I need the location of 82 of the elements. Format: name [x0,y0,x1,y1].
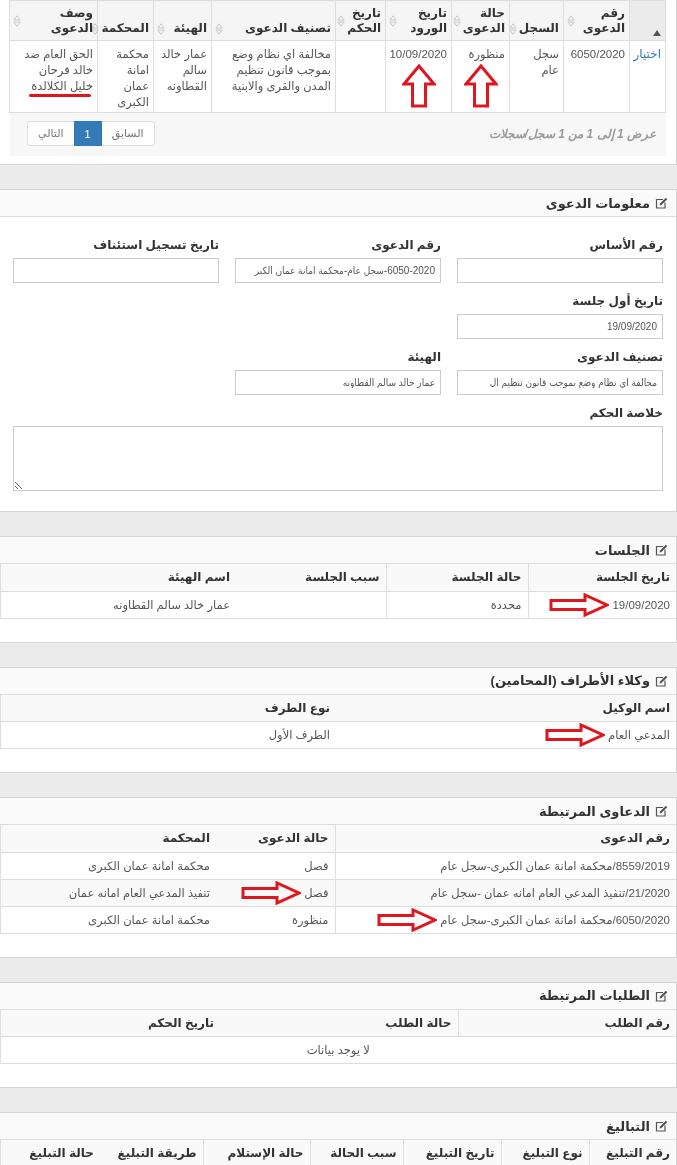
table-cell: سجل عام [509,40,564,113]
column-header: تاريخ الحكم [0,1009,220,1037]
column-header: تاريخ الجلسة [528,564,676,591]
next-button[interactable]: التالي [27,121,75,146]
field-label: الهيئة [406,349,441,365]
column-header: رقم التبليغ [589,1140,676,1165]
column-header: نوع التبليغ [501,1140,589,1165]
edit-icon [655,1120,668,1132]
table-cell: 6050/2020 [563,40,630,113]
sort-icon[interactable] [91,22,100,35]
table-cell: عمار خالد سالم القطاونه [153,40,212,113]
edit-icon [655,197,668,209]
panel-title: وكلاء الأطراف (المحامين) [490,673,650,688]
text-field[interactable]: 6050-2020-سجل عام-محكمة امانة عمان الكبر [235,258,441,283]
table-cell: الطرف الأول [0,721,336,749]
table-cell: 6050/2020/محكمة امانة عمان الكبرى-سجل عام [440,912,670,927]
field-label: تاريخ أول جلسة [571,293,663,309]
empty-message: لا يوجد بيانات [0,1036,676,1064]
right-arrow-icon [377,907,438,932]
column-header: سبب الحالة [310,1140,403,1165]
right-arrow-icon [241,880,302,905]
up-arrow-icon [463,64,498,108]
text-field[interactable] [457,258,663,283]
panel-title: التباليغ [606,1118,650,1134]
column-header: نوع الطرف [0,694,336,722]
panel-title: الطلبات المرتبطة [538,988,650,1003]
table-cell: منظورة [216,906,335,933]
text-field[interactable]: 19/09/2020 [457,314,663,339]
pagination-info: عرض 1 إلى 1 من 1 سجل/سجلات [488,126,656,141]
underline-icon [29,94,91,97]
table-cell: المدعي العام [608,728,670,742]
column-header: سبب الجلسة [236,564,386,591]
table-cell: محددة [386,591,528,618]
column-header: تاريخ التبليغ [403,1140,501,1165]
column-header: حالة الإستلام [203,1140,310,1165]
column-header: اسم الهيئة [0,564,236,591]
column-header: حالة الجلسة [386,564,528,591]
table-cell: فصل [304,885,329,900]
column-header: اسم الوكيل [336,694,676,722]
field-label: رقم الأساس [588,237,663,253]
column-header: المحكمة [0,825,216,852]
table-cell: عمار خالد سالم القطاونه [0,591,236,618]
previous-button[interactable]: السابق [100,121,155,146]
table-cell: 19/09/2020 [612,598,670,611]
panel-title: الجلسات [594,542,650,558]
table-cell: تنفيذ المدعي العام امانه عمان [0,879,216,906]
up-arrow-icon [401,64,436,108]
table-cell-text: الحق العام ضد خالد فرحان خليل الكلالدة [23,47,93,94]
table-cell-text: 10/09/2020 [390,47,447,62]
edit-icon [655,805,668,817]
field-label: رقم الدعوى [370,237,441,253]
text-field[interactable] [13,258,219,283]
caret-up-icon[interactable] [653,30,661,36]
text-area[interactable] [13,426,663,491]
table-cell: 21/2020/تنفيذ المدعي العام امانه عمان -سجل عام [335,879,676,906]
table-cell: محكمة امانة عمان الكبرى [0,852,216,879]
field-label: تصنيف الدعوى [575,349,663,365]
column-header: طريقة التبليغ [100,1140,203,1165]
select-link[interactable]: اختيار [633,47,661,61]
table-cell: فصل [216,852,335,879]
column-header: رقم الدعوى [335,825,676,852]
edit-icon [655,989,668,1002]
table-cell-text: منظورة [467,47,505,62]
table-cell: مخالفة اي نظام وضع بموجب قانون تنظيم المدن والقرى والابنية [211,40,336,113]
right-arrow-icon [549,592,610,617]
edit-icon [655,544,668,556]
edit-icon [655,674,668,687]
right-arrow-icon [545,723,606,747]
panel-title: الدعاوى المرتبطة [538,803,650,819]
table-cell: محكمة امانة عمان الكبرى [0,906,216,933]
field-label: تاريخ تسجيل استئناف [92,237,219,253]
column-header: حالة الدعوى [216,825,335,852]
column-header: حالة الطلب [220,1009,458,1037]
text-field[interactable]: مخالفة اي نظام وضع بموجب قانون تنظيم ال [457,370,663,395]
page-button[interactable]: 1 [73,121,102,146]
table-cell: 8559/2019/محكمة امانة عمان الكبرى-سجل عام [335,852,676,879]
field-label: خلاصة الحكم [588,405,663,421]
column-header: رقم الطلب [458,1009,676,1037]
column-header: حالة التبليغ [0,1140,100,1165]
text-field[interactable]: عمار خالد سالم القطاونه [235,370,441,395]
panel-title: معلومات الدعوى [545,195,650,211]
table-cell: محكمة امانة عمان الكبرى [97,40,154,113]
